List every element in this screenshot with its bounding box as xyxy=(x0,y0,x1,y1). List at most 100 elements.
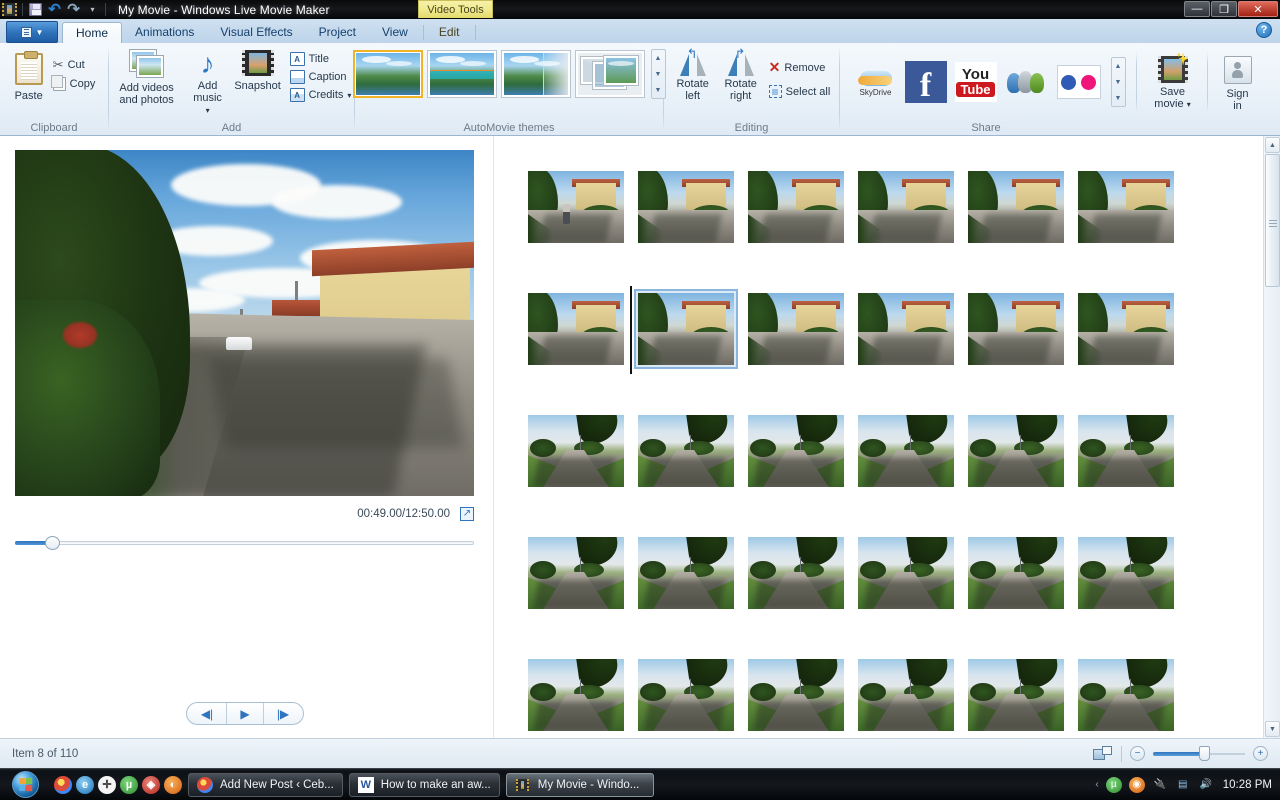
clip-thumbnail-slot[interactable] xyxy=(528,168,624,246)
file-menu-button[interactable]: ▼ xyxy=(6,21,58,43)
close-button[interactable]: ✕ xyxy=(1238,1,1278,17)
gallery-more-icon[interactable]: ▼ xyxy=(655,87,662,94)
app-icon[interactable] xyxy=(1,2,18,18)
rotate-right-button[interactable]: ↱ Rotate right xyxy=(717,47,765,102)
clip-thumbnail-slot[interactable] xyxy=(528,656,624,734)
caption-button[interactable]: Caption xyxy=(286,68,356,86)
scroll-up-icon[interactable]: ▲ xyxy=(1115,63,1122,70)
clip-thumbnail-slot[interactable] xyxy=(748,168,844,246)
share-facebook-button[interactable]: f xyxy=(903,59,949,105)
play-button[interactable]: ▶ xyxy=(226,703,264,724)
clip-thumbnail-slot[interactable] xyxy=(748,412,844,490)
remove-button[interactable]: ✕ Remove xyxy=(765,57,835,78)
save-movie-button[interactable]: ✨ Save movie ▾ xyxy=(1147,53,1199,111)
taskbar-button-word[interactable]: W How to make an aw... xyxy=(349,773,500,797)
clip-thumbnail-slot-selected[interactable] xyxy=(638,290,734,368)
help-icon[interactable]: ? xyxy=(1256,22,1272,38)
next-frame-button[interactable]: |▶ xyxy=(264,703,302,724)
restore-button[interactable]: ❐ xyxy=(1211,1,1237,17)
share-youtube-button[interactable]: You Tube xyxy=(953,59,999,105)
zoom-thumb[interactable] xyxy=(1199,746,1210,761)
tray-expand-icon[interactable]: ‹ xyxy=(1095,779,1098,790)
taskbar-button-movie-maker[interactable]: My Movie - Windo... xyxy=(506,773,654,797)
chrome-icon[interactable] xyxy=(54,776,72,794)
clip-thumbnail-slot[interactable] xyxy=(858,168,954,246)
rotate-left-button[interactable]: ↰ Rotate left xyxy=(669,47,717,102)
clip-thumbnail-slot[interactable] xyxy=(858,290,954,368)
theme-item-default[interactable] xyxy=(353,50,423,98)
tab-animations[interactable]: Animations xyxy=(122,21,207,43)
avira-icon[interactable]: ◈ xyxy=(142,776,160,794)
utorrent-tray-icon[interactable]: µ xyxy=(1106,777,1122,793)
scroll-up-icon[interactable]: ▲ xyxy=(655,55,662,62)
clip-thumbnail-slot[interactable] xyxy=(638,412,734,490)
tab-view[interactable]: View xyxy=(369,21,421,43)
copy-button[interactable]: Copy xyxy=(49,75,100,93)
colorful-app-icon[interactable]: ✛ xyxy=(98,776,116,794)
undo-icon[interactable]: ↶ xyxy=(46,2,63,18)
credits-button[interactable]: A Credits ▾ xyxy=(286,86,356,104)
storyboard-pane[interactable]: ▲ ▼ xyxy=(495,136,1280,738)
theme-item-contemporary[interactable] xyxy=(427,50,497,98)
previous-frame-button[interactable]: ◀| xyxy=(188,703,226,724)
snapshot-button[interactable]: Snapshot xyxy=(230,47,286,92)
clip-thumbnail-slot[interactable] xyxy=(968,290,1064,368)
scroll-up-icon[interactable]: ▲ xyxy=(1265,137,1280,153)
network-tray-icon[interactable]: ▤ xyxy=(1175,777,1191,793)
clip-thumbnail-slot[interactable] xyxy=(968,534,1064,612)
scroll-down-icon[interactable]: ▼ xyxy=(655,71,662,78)
storyboard-scrollbar[interactable]: ▲ ▼ xyxy=(1263,136,1280,738)
clip-thumbnail-slot[interactable] xyxy=(1078,656,1174,734)
redo-icon[interactable]: ↷ xyxy=(65,2,82,18)
clip-thumbnail-slot[interactable] xyxy=(1078,290,1174,368)
minimize-button[interactable]: — xyxy=(1184,1,1210,17)
utorrent-icon[interactable]: µ xyxy=(120,776,138,794)
save-icon[interactable] xyxy=(27,2,44,18)
tab-visual-effects[interactable]: Visual Effects xyxy=(207,21,305,43)
share-skydrive-button[interactable]: SkyDrive xyxy=(853,59,899,105)
share-flickr-button[interactable] xyxy=(1053,59,1105,105)
chevron-down-icon[interactable]: ▾ xyxy=(84,2,101,18)
cut-button[interactable]: ✂ Cut xyxy=(49,55,100,75)
clip-thumbnail-slot[interactable] xyxy=(858,412,954,490)
video-preview[interactable] xyxy=(15,150,474,496)
clip-thumbnail-slot[interactable] xyxy=(858,534,954,612)
clip-thumbnail-slot[interactable] xyxy=(968,412,1064,490)
clip-thumbnail-slot[interactable] xyxy=(968,656,1064,734)
seek-track[interactable] xyxy=(15,541,474,545)
clip-thumbnail-slot[interactable] xyxy=(528,290,624,368)
select-all-button[interactable]: Select all xyxy=(765,83,835,100)
theme-item-cinematic[interactable] xyxy=(501,50,571,98)
gallery-more-icon[interactable]: ▼ xyxy=(1115,95,1122,102)
clip-thumbnail-slot[interactable] xyxy=(1078,168,1174,246)
avira-tray-icon[interactable]: ◉ xyxy=(1129,777,1145,793)
clip-thumbnail-slot[interactable] xyxy=(968,168,1064,246)
zoom-out-button[interactable]: − xyxy=(1130,746,1145,761)
add-music-button[interactable]: ♪ Add music ▾ xyxy=(186,47,230,117)
tab-edit[interactable]: Edit xyxy=(426,21,473,43)
tab-project[interactable]: Project xyxy=(306,21,369,43)
scroll-down-icon[interactable]: ▼ xyxy=(1115,79,1122,86)
clip-thumbnail-slot[interactable] xyxy=(748,656,844,734)
clip-thumbnail-slot[interactable] xyxy=(858,656,954,734)
scroll-down-icon[interactable]: ▼ xyxy=(1265,721,1280,737)
tab-home[interactable]: Home xyxy=(62,22,122,44)
volume-tray-icon[interactable]: 🔊 xyxy=(1198,777,1214,793)
scrollbar-thumb[interactable] xyxy=(1265,154,1280,287)
sign-in-button[interactable]: Sign in xyxy=(1216,53,1260,112)
clip-thumbnail-slot[interactable] xyxy=(1078,412,1174,490)
clip-thumbnail-slot[interactable] xyxy=(638,534,734,612)
firefox-icon[interactable]: ◐ xyxy=(164,776,182,794)
clip-thumbnail-slot[interactable] xyxy=(1078,534,1174,612)
clip-thumbnail-slot[interactable] xyxy=(748,290,844,368)
clip-thumbnail-slot[interactable] xyxy=(638,168,734,246)
seek-bar[interactable] xyxy=(15,534,474,552)
internet-explorer-icon[interactable]: e xyxy=(76,776,94,794)
share-group-button[interactable] xyxy=(1003,59,1049,105)
taskbar-clock[interactable]: 10:28 PM xyxy=(1223,779,1272,791)
clip-thumbnail-slot[interactable] xyxy=(638,656,734,734)
clip-thumbnail-slot[interactable] xyxy=(748,534,844,612)
start-button[interactable] xyxy=(2,770,48,800)
battery-tray-icon[interactable]: 🔌 xyxy=(1152,777,1168,793)
add-videos-and-photos-button[interactable]: Add videos and photos xyxy=(108,47,186,106)
